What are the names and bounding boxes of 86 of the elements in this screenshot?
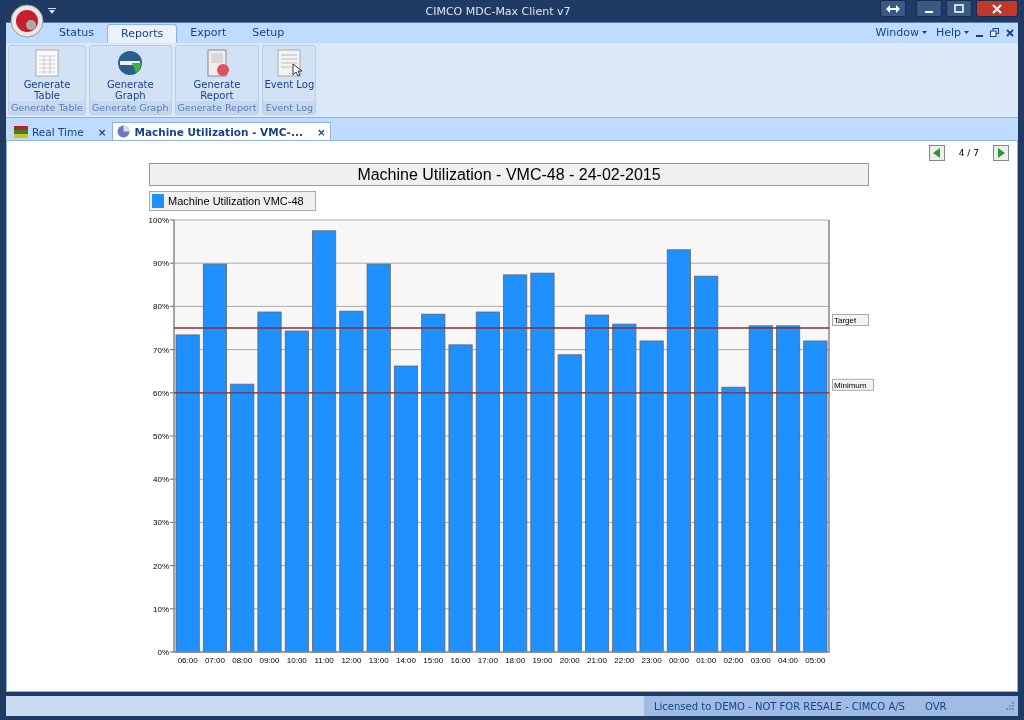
reference-label: Target (832, 314, 869, 326)
pie-chart-icon (117, 125, 131, 138)
log-icon (275, 49, 304, 77)
axis-label: 22:00 (614, 656, 635, 665)
close-tab-button[interactable]: × (97, 126, 107, 138)
ribbon-button[interactable]: Event Log (263, 46, 316, 101)
document-tab[interactable]: Real Time × (10, 124, 111, 140)
dropdown-arrow-icon[interactable] (48, 8, 56, 14)
axis-label: 70% (153, 345, 169, 355)
left-arrow-icon (932, 148, 941, 158)
axis-label: 17:00 (477, 656, 498, 665)
ref-line-label: Minimum (834, 380, 867, 390)
ribbon-button[interactable]: Generate Table (21, 46, 73, 101)
axis-label: 10% (153, 604, 169, 614)
axis-label: 15:00 (423, 656, 444, 665)
axis-label: 09:00 (259, 656, 280, 665)
globe-icon (116, 49, 145, 77)
axis-label: 08:00 (232, 656, 253, 665)
maximize-button[interactable] (946, 0, 972, 17)
close-icon[interactable] (1006, 28, 1014, 37)
ribbon-tab[interactable]: Export (177, 24, 240, 43)
ribbon-tab[interactable]: Setup (239, 24, 298, 43)
caret-icon (964, 31, 969, 34)
axis-label: 06:00 (177, 656, 198, 665)
axis-label: 20:00 (559, 656, 580, 665)
axis-label: 100% (149, 216, 169, 225)
resize-button[interactable] (880, 0, 906, 17)
axis-label: 60% (153, 388, 169, 398)
close-tab-button[interactable]: × (316, 125, 326, 138)
axis-label: 16:00 (450, 656, 471, 665)
axis-label: 21:00 (587, 656, 608, 665)
axis-label: 05:00 (805, 656, 826, 665)
resize-grip-icon[interactable] (1006, 702, 1014, 710)
next-page-button[interactable] (993, 145, 1009, 161)
chart-title: Machine Utilization - VMC-48 - 24-02-2015 (357, 166, 661, 183)
bars-icon (14, 126, 28, 138)
table-icon (33, 49, 61, 77)
axis-label: 12:00 (341, 656, 362, 665)
previous-page-button[interactable] (928, 145, 945, 161)
restore-icon[interactable] (990, 28, 999, 37)
legend-label: Machine Utilization VMC-48 (168, 195, 304, 207)
axis-label: 13:00 (368, 656, 389, 665)
axis-label: 50% (153, 432, 169, 441)
group-caption: Generate Table (9, 101, 85, 114)
axis-label: 00:00 (668, 656, 689, 665)
axis-label: 01:00 (696, 656, 717, 665)
axis-label: 18:00 (505, 656, 526, 665)
close-icon (992, 3, 1002, 14)
ribbon-button[interactable]: Generate Graph (104, 46, 157, 101)
group-caption: Event Log (263, 101, 316, 114)
license-text: Licensed to DEMO - NOT FOR RESALE - CIMCO A/S (654, 700, 905, 712)
minimize-icon (925, 10, 933, 13)
axis-label: 11:00 (314, 656, 334, 665)
group-caption: Generate Report (175, 101, 259, 114)
ref-line-label: Target (834, 316, 858, 325)
axis-label: 23:00 (641, 656, 662, 665)
axis-label: 30% (153, 518, 169, 528)
close-button[interactable] (976, 0, 1018, 17)
axis-label: 0% (157, 648, 169, 657)
ribbon-tab[interactable]: Status (46, 24, 108, 43)
minimize-button[interactable] (916, 0, 942, 17)
ribbon-button[interactable]: Generate Report (190, 46, 243, 101)
axis-label: 20% (153, 561, 169, 571)
ribbon-tab[interactable]: Reports (107, 24, 178, 43)
axis-label: 80% (153, 302, 169, 312)
axis-label: 04:00 (778, 656, 799, 665)
document-tab[interactable]: Machine Utilization - VMC-... × (112, 122, 331, 140)
group-caption: Generate Graph (89, 101, 171, 114)
double-arrow-icon (886, 4, 900, 13)
axis-label: 10:00 (286, 656, 307, 665)
caret-icon (921, 31, 927, 34)
axis-label: 03:00 (750, 656, 771, 665)
mode-indicator: OVR (924, 700, 947, 712)
axis-label: 19:00 (532, 656, 553, 665)
axis-label: 40% (153, 475, 169, 485)
window-title: CIMCO MDC-Max Client v7 (424, 4, 572, 18)
right-arrow-icon (997, 148, 1005, 158)
axis-label: 07:00 (204, 656, 225, 665)
axis-label: 14:00 (395, 656, 416, 665)
axis-label: 90% (153, 259, 169, 269)
maximize-icon (954, 3, 964, 14)
menu-item[interactable]: Window (875, 26, 919, 39)
page-indicator: 4 / 7 (958, 148, 979, 158)
menu-item[interactable]: Help (935, 26, 961, 39)
reference-label: Minimum (832, 378, 874, 391)
axis-label: 02:00 (723, 656, 744, 665)
